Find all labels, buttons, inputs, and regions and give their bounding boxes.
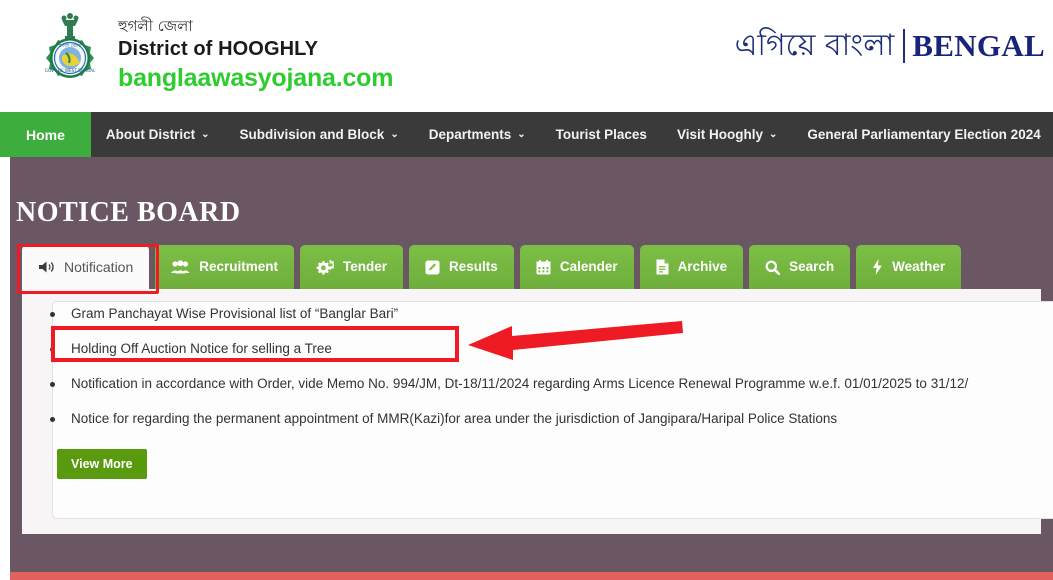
tab-tender[interactable]: Tender xyxy=(300,245,404,289)
speaker-icon xyxy=(38,260,55,274)
notice-text: Gram Panchayat Wise Provisional list of … xyxy=(71,306,399,321)
page-left-margin xyxy=(0,157,10,572)
tab-label: Weather xyxy=(892,259,946,274)
nav-item-label: Subdivision and Block xyxy=(239,127,385,142)
users-icon xyxy=(171,260,190,274)
notice-list: Gram Panchayat Wise Provisional list of … xyxy=(40,305,1050,445)
nav-item-label: Departments xyxy=(428,127,512,142)
nav-item-tourist-places[interactable]: Tourist Places xyxy=(541,112,662,157)
bullet-icon xyxy=(50,347,55,352)
cogs-icon xyxy=(316,259,335,275)
tab-label: Calender xyxy=(559,259,618,274)
tab-label: Tender xyxy=(343,259,388,274)
page-title: NOTICE BOARD xyxy=(16,197,241,228)
site-header: হুগলী জেলা GOVT OF WEST BENGAL হুগলী জেল… xyxy=(0,0,1053,112)
bottom-red-strip xyxy=(10,572,1053,580)
edit-square-icon xyxy=(425,260,440,275)
chevron-down-icon: ⌄ xyxy=(201,129,210,140)
tab-archive[interactable]: Archive xyxy=(639,245,744,289)
nav-item-home[interactable]: Home xyxy=(0,112,91,157)
tab-recruitment[interactable]: Recruitment xyxy=(155,245,295,289)
list-item[interactable]: Notification in accordance with Order, v… xyxy=(40,375,1050,393)
notice-text: Notice for regarding the permanent appoi… xyxy=(71,411,838,426)
nav-item-general-parliamentary-election-2024[interactable]: General Parliamentary Election 2024 xyxy=(792,112,1053,157)
brand-site-url: banglaawasyojana.com xyxy=(118,64,394,92)
svg-text:GOVT OF WEST BENGAL: GOVT OF WEST BENGAL xyxy=(45,68,96,73)
chevron-down-icon: ⌄ xyxy=(768,129,778,140)
chevron-down-icon: ⌄ xyxy=(517,129,526,140)
nav-item-label: Visit Hooghly xyxy=(676,127,763,142)
nav-item-label: Tourist Places xyxy=(555,127,647,142)
nav-item-label: About District xyxy=(105,127,196,142)
nav-item-label: General Parliamentary Election 2024 xyxy=(807,127,1041,142)
chevron-down-icon: ⌄ xyxy=(390,129,399,140)
tab-search[interactable]: Search xyxy=(749,245,851,289)
view-more-button[interactable]: View More xyxy=(57,449,147,479)
notice-text: Notification in accordance with Order, v… xyxy=(71,376,969,391)
bolt-icon xyxy=(872,259,883,275)
notice-board-panel: NOTICE BOARD Notification Recruitment Te… xyxy=(10,157,1053,557)
notice-text: Holding Off Auction Notice for selling a… xyxy=(71,341,332,356)
notice-board-tabs: Notification Recruitment Tender Results … xyxy=(22,245,962,289)
tab-calender[interactable]: Calender xyxy=(519,245,634,289)
bullet-icon xyxy=(50,312,55,317)
tab-weather[interactable]: Weather xyxy=(856,245,962,289)
bengal-logo-english: BENGAL xyxy=(912,28,1045,63)
nav-item-visit-hooghly[interactable]: Visit Hooghly ⌄ xyxy=(662,112,792,157)
list-item[interactable]: Holding Off Auction Notice for selling a… xyxy=(40,340,1050,358)
tab-results[interactable]: Results xyxy=(409,245,514,289)
nav-item-about-district[interactable]: About District ⌄ xyxy=(91,112,225,157)
search-icon xyxy=(765,260,781,275)
list-item[interactable]: Gram Panchayat Wise Provisional list of … xyxy=(40,305,1050,323)
tab-label: Recruitment xyxy=(199,259,279,274)
tab-label: Results xyxy=(449,259,498,274)
tab-label: Archive xyxy=(677,259,728,274)
panel-bottom-band xyxy=(10,534,1053,572)
tab-label: Search xyxy=(789,259,835,274)
bengal-logo-divider xyxy=(903,29,906,63)
svg-text:হুগলী জেলা: হুগলী জেলা xyxy=(58,42,83,49)
tab-notification[interactable]: Notification xyxy=(22,245,150,289)
brand-english-title: District of HOOGHLY xyxy=(118,38,319,60)
bullet-icon xyxy=(50,417,55,422)
bengal-logo-bengali: এগিয়ে বাংলা xyxy=(734,28,895,63)
calendar-icon xyxy=(536,259,551,275)
main-navigation: Home About District ⌄ Subdivision and Bl… xyxy=(0,112,1053,157)
hooghly-district-emblem-icon: হুগলী জেলা GOVT OF WEST BENGAL xyxy=(26,6,114,106)
brand-bengali-title: হুগলী জেলা xyxy=(118,17,193,35)
tab-label: Notification xyxy=(64,259,134,275)
nav-item-subdivision-and-block[interactable]: Subdivision and Block ⌄ xyxy=(225,112,414,157)
notice-content-area: Gram Panchayat Wise Provisional list of … xyxy=(22,289,1053,539)
nav-item-departments[interactable]: Departments ⌄ xyxy=(414,112,541,157)
file-icon xyxy=(656,259,669,275)
bullet-icon xyxy=(50,382,55,387)
bengal-logo: এগিয়ে বাংলা BENGAL xyxy=(735,28,1045,64)
nav-item-label: Home xyxy=(26,126,65,143)
brand-block: হুগলী জেলা District of HOOGHLY banglaawa… xyxy=(118,18,393,93)
list-item[interactable]: Notice for regarding the permanent appoi… xyxy=(40,410,1050,428)
